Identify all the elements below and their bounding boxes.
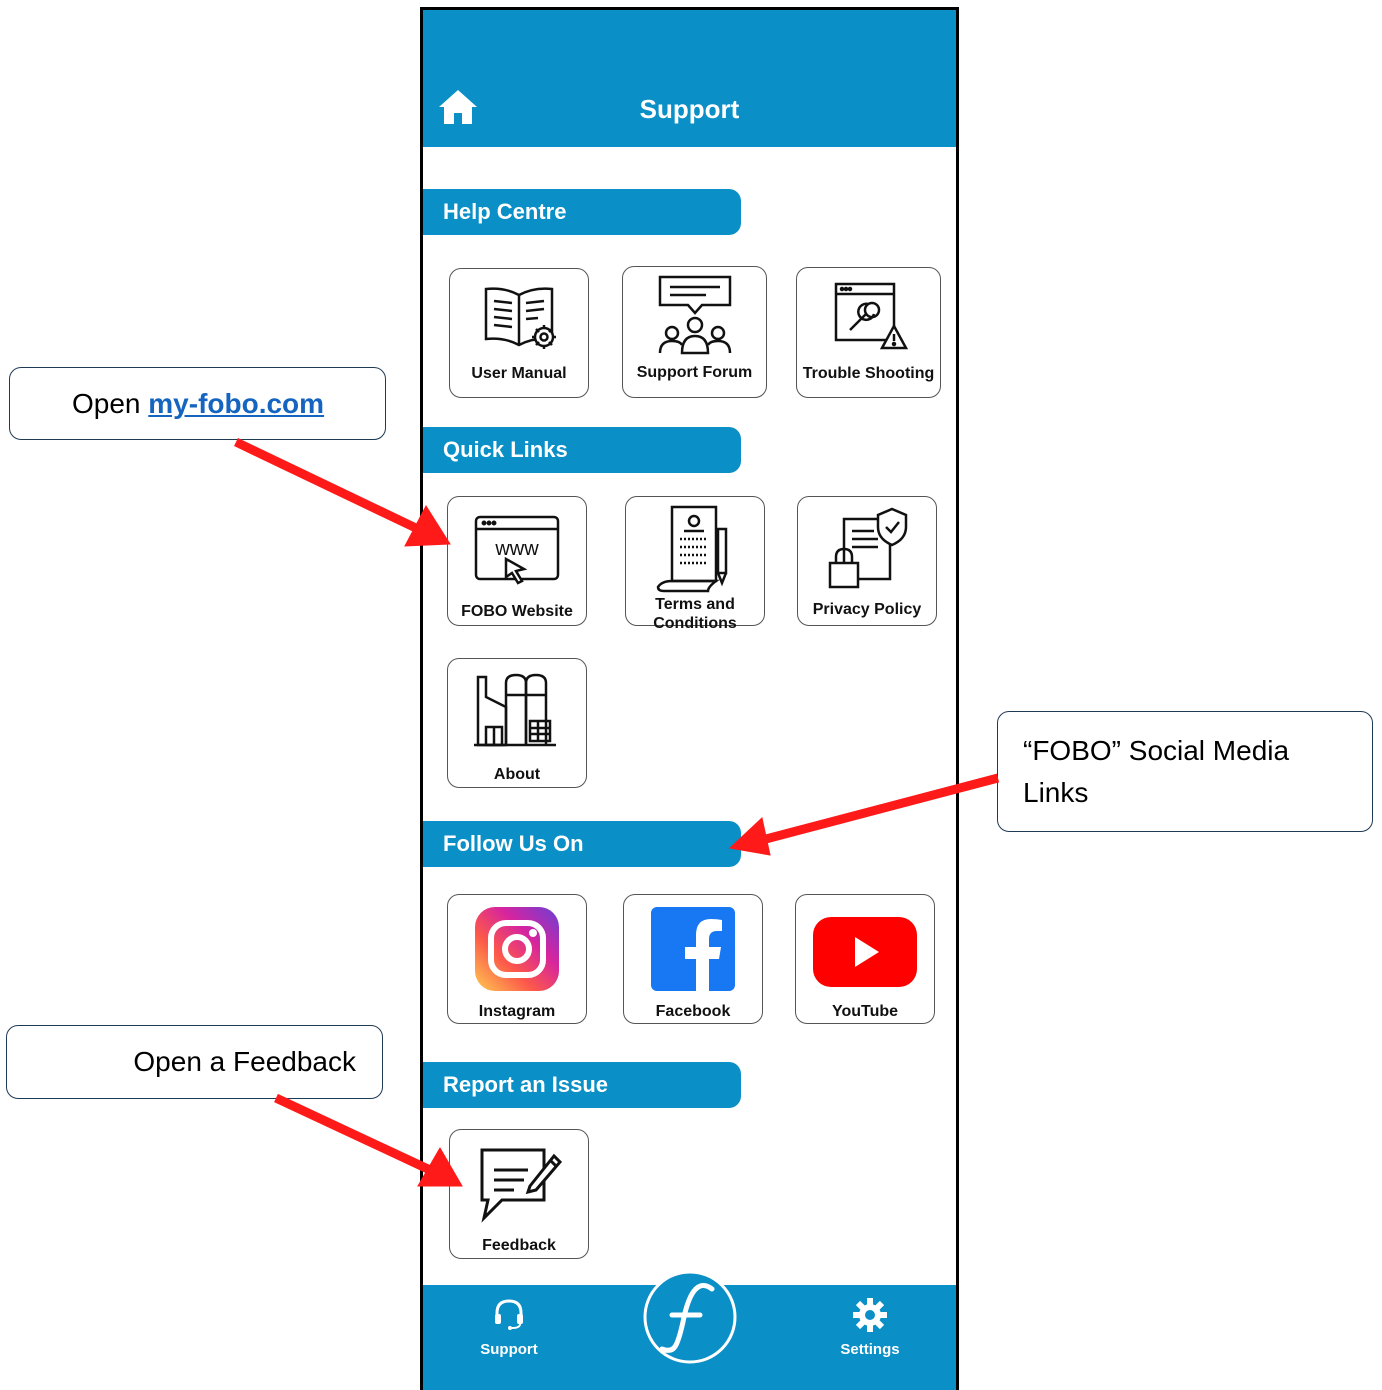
terms-conditions-tile[interactable]: Terms and Conditions [625, 496, 765, 632]
section-report-issue: Report an Issue [423, 1062, 741, 1108]
terms-conditions-label: Terms and Conditions [653, 596, 737, 632]
privacy-lock-icon [828, 507, 908, 589]
fobo-logo[interactable] [642, 1269, 738, 1365]
callout-feedback: Open a Feedback [6, 1025, 383, 1099]
user-manual-tile[interactable]: User Manual [449, 268, 589, 398]
nav-support-label: Support [480, 1341, 538, 1358]
page-title: Support [639, 94, 740, 124]
callout-website: Open my-fobo.com [9, 367, 386, 440]
section-follow-us: Follow Us On [423, 821, 741, 867]
arrow-feedback [274, 1093, 432, 1175]
section-help-centre: Help Centre [423, 189, 741, 235]
privacy-policy-label: Privacy Policy [812, 601, 922, 618]
about-tile[interactable]: About [447, 658, 587, 788]
feedback-icon [480, 1148, 563, 1223]
callout-social: “FOBO” Social Media Links [997, 711, 1373, 832]
about-label: About [493, 766, 541, 783]
facebook-tile[interactable]: Facebook [623, 894, 763, 1024]
factory-icon [474, 673, 556, 747]
phone-screen: Support Help Centre User Manual Support … [420, 7, 959, 1390]
svg-text:www: www [494, 538, 539, 560]
facebook-label: Facebook [655, 1003, 731, 1020]
user-manual-label: User Manual [471, 365, 567, 382]
nav-settings-label: Settings [840, 1341, 900, 1358]
headset-icon [495, 1299, 523, 1330]
fobo-website-tile[interactable]: www FOBO Website [447, 496, 587, 626]
instagram-tile[interactable]: Instagram [447, 894, 587, 1024]
book-gear-icon [484, 287, 556, 349]
support-forum-tile[interactable]: Support Forum [622, 266, 767, 398]
feedback-tile[interactable]: Feedback [449, 1129, 589, 1259]
fobo-website-label: FOBO Website [461, 603, 573, 620]
top-bar: Support [423, 10, 956, 147]
forum-icon [658, 275, 731, 355]
youtube-label: YouTube [831, 1003, 899, 1020]
bottom-nav-bar: Support Settings [423, 1270, 956, 1390]
section-quick-links: Quick Links [423, 427, 741, 473]
instagram-icon [475, 907, 559, 991]
instagram-label: Instagram [478, 1003, 556, 1020]
troubleshoot-icon [834, 282, 908, 350]
youtube-icon [813, 917, 917, 987]
callout-website-prefix: Open [72, 388, 149, 419]
youtube-tile[interactable]: YouTube [795, 894, 935, 1024]
www-icon: www [474, 515, 560, 585]
website-link[interactable]: my-fobo.com [148, 388, 324, 419]
feedback-label: Feedback [482, 1237, 556, 1254]
facebook-icon [651, 907, 735, 991]
nav-settings[interactable]: Settings [820, 1297, 920, 1358]
trouble-shooting-label: Trouble Shooting [802, 365, 935, 382]
privacy-policy-tile[interactable]: Privacy Policy [797, 496, 937, 626]
document-pen-icon [656, 505, 728, 593]
nav-support[interactable]: Support [459, 1297, 559, 1358]
trouble-shooting-tile[interactable]: Trouble Shooting [796, 267, 941, 398]
support-forum-label: Support Forum [636, 364, 753, 381]
arrow-website [234, 437, 422, 535]
gear-icon [853, 1298, 887, 1332]
